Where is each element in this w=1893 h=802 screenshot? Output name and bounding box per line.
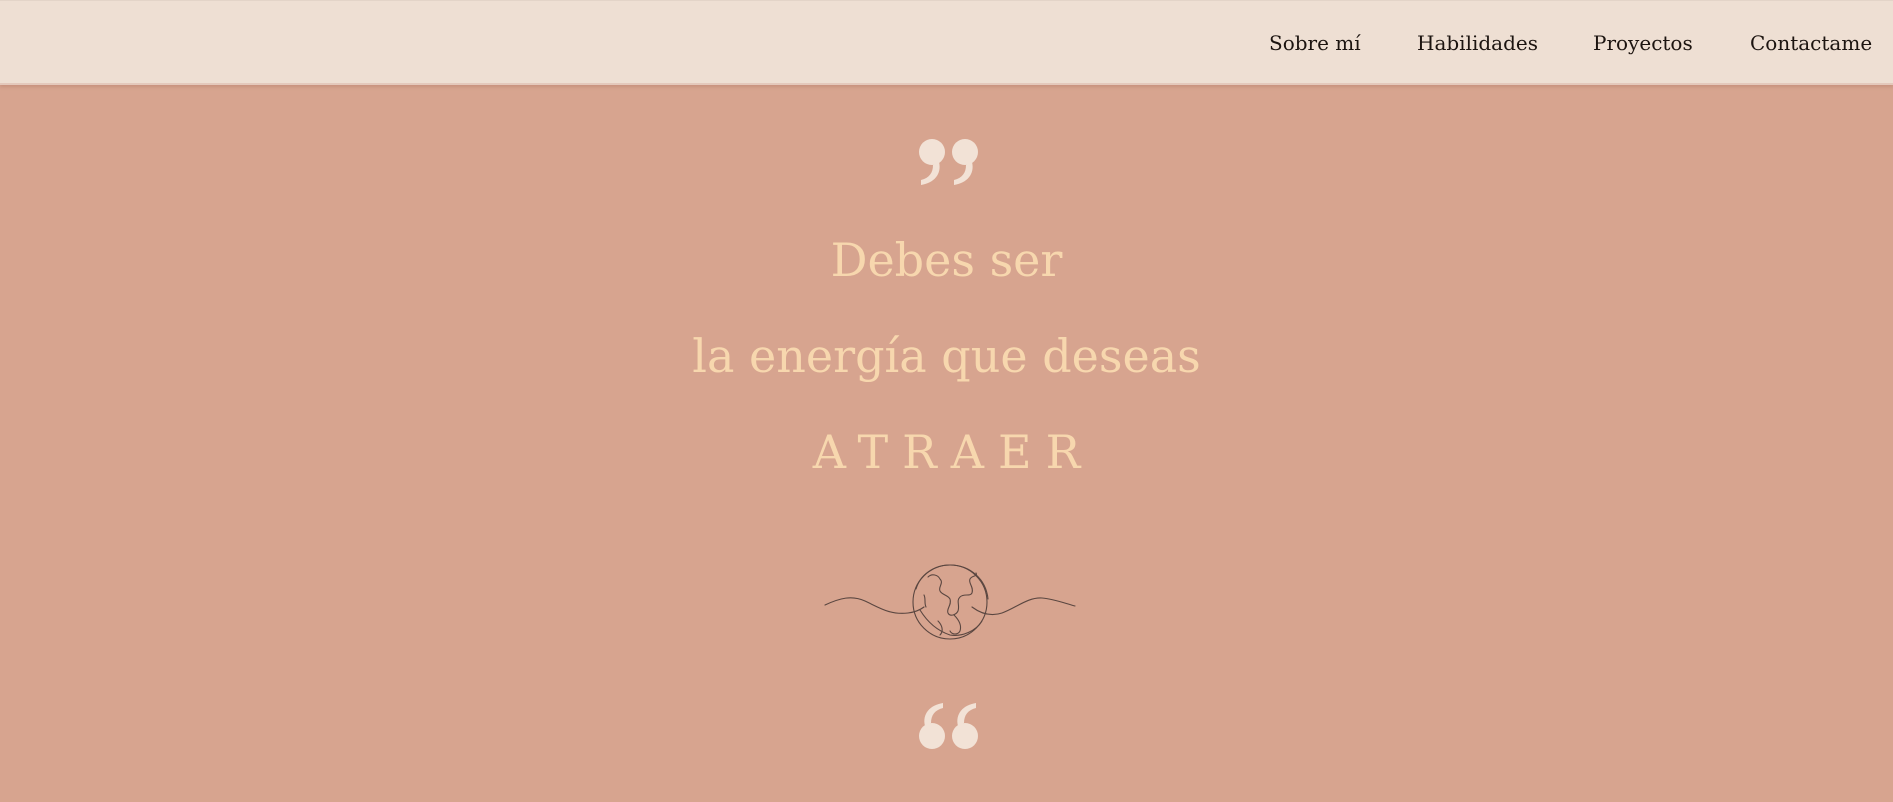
nav-link-habilidades[interactable]: Habilidades bbox=[1417, 30, 1538, 56]
top-navbar: Sobre mí Habilidades Proyectos Contactam… bbox=[0, 0, 1893, 85]
hero-quote-line-2: la energía que deseas bbox=[692, 329, 1201, 383]
earth-ornament-icon bbox=[824, 564, 1076, 640]
hero-quote-line-1: Debes ser bbox=[830, 233, 1063, 287]
nav-link-proyectos[interactable]: Proyectos bbox=[1593, 30, 1693, 56]
opening-quote-icon bbox=[919, 703, 978, 749]
hero-quote-line-3: ATRAER bbox=[812, 425, 1095, 479]
nav-link-sobre-mi[interactable]: Sobre mí bbox=[1269, 30, 1361, 56]
closing-quote-icon bbox=[919, 139, 978, 185]
nav-link-contactame[interactable]: Contactame bbox=[1750, 30, 1872, 56]
